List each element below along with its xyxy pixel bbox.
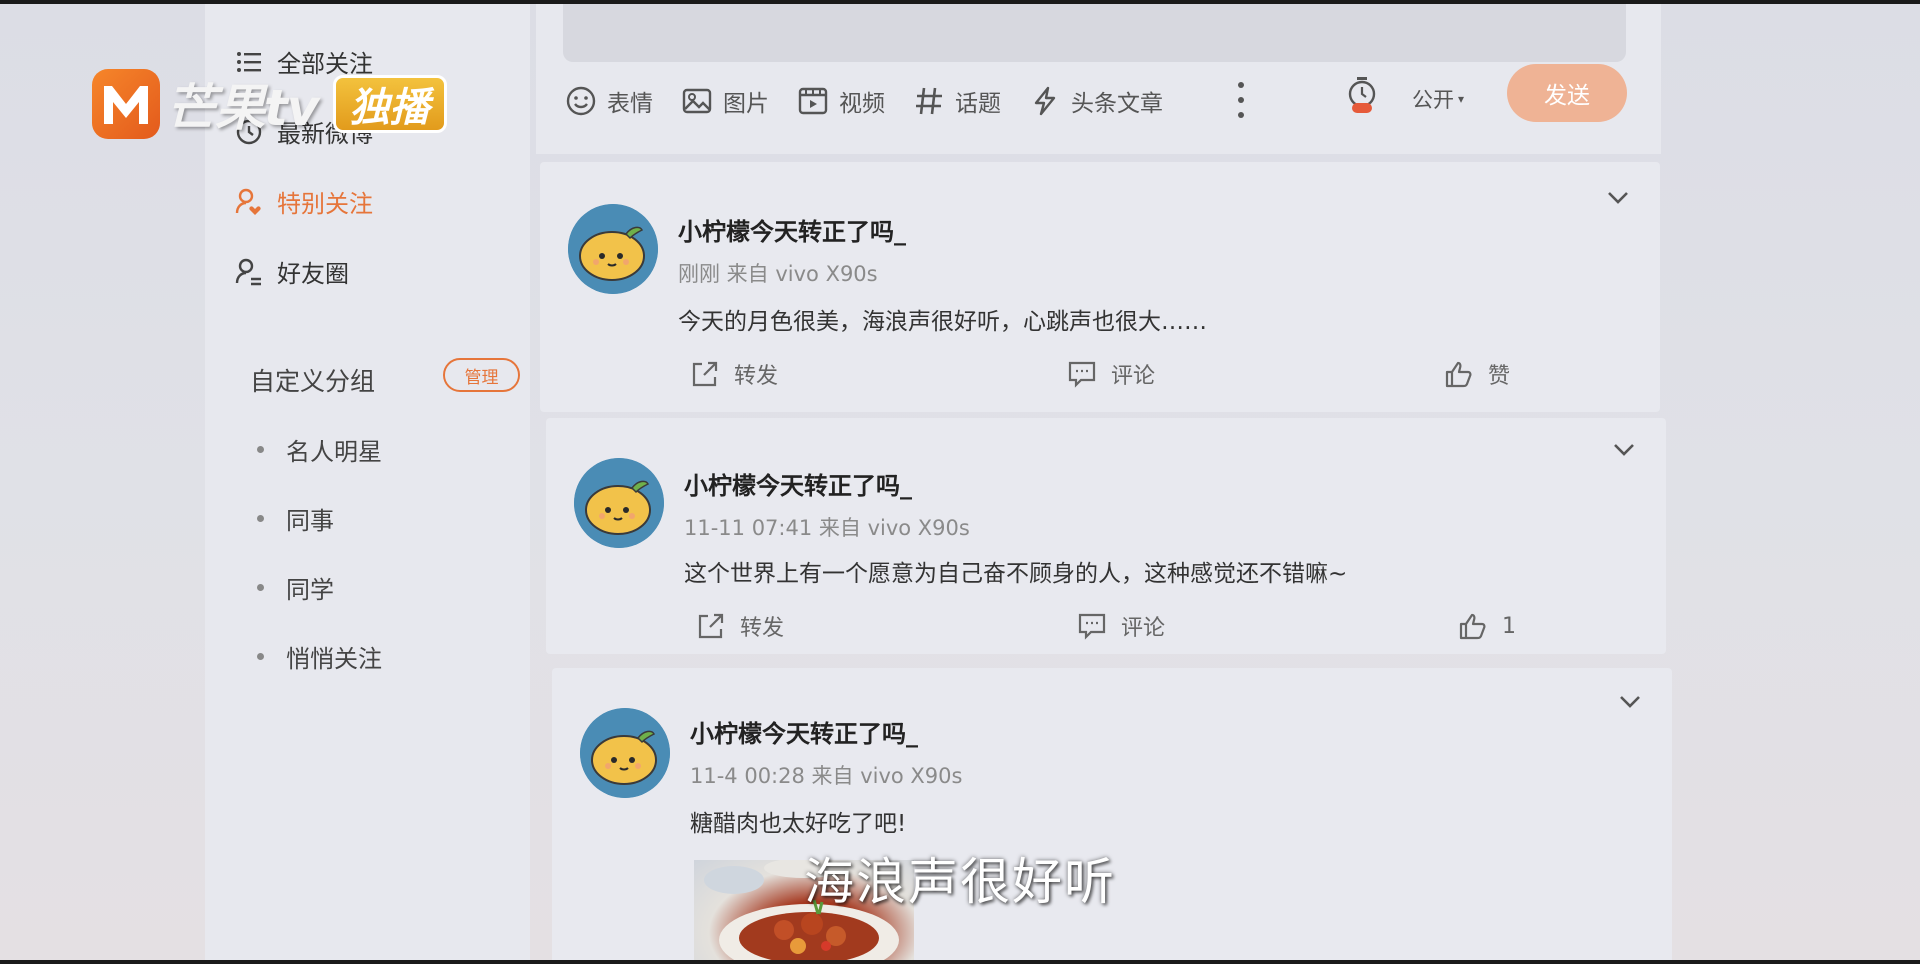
chevron-down-icon[interactable] [1618,694,1642,710]
topic-button[interactable]: 话题 [913,84,1001,118]
caret-down-icon: ▾ [1458,92,1465,106]
compose-textarea[interactable] [563,4,1626,62]
action-label: 转发 [740,616,785,641]
avatar[interactable] [580,708,670,798]
bullet-icon [257,584,264,591]
post-author[interactable]: 小柠檬今天转正了吗_ [690,714,918,749]
thumbs-up-icon [1458,611,1488,641]
lightning-icon [1029,85,1061,117]
like-button[interactable]: 赞 [1444,358,1510,390]
post-meta: 11-4 00:28 来自 vivo X90s [690,764,963,788]
like-count: 1 [1502,613,1516,639]
more-options-icon[interactable] [1236,82,1246,118]
image-icon [681,85,713,117]
article-button[interactable]: 头条文章 [1029,84,1163,118]
visibility-select[interactable]: 公开 ▾ [1412,84,1464,114]
sidebar-item-label: 好友圈 [277,260,349,288]
avatar[interactable] [568,204,658,294]
sidebar-group-item[interactable]: 同事 [257,501,334,536]
sidebar-group-item[interactable]: 悄悄关注 [257,639,382,674]
post-meta: 11-11 07:41 来自 vivo X90s [684,516,970,540]
comment-icon [1077,611,1107,641]
tool-label: 表情 [607,91,653,117]
tool-label: 视频 [839,91,885,117]
sidebar-group-item[interactable]: 同学 [257,570,334,605]
sidebar-group-item[interactable]: 名人明星 [257,432,382,467]
post-meta: 刚刚 来自 vivo X90s [678,262,878,286]
comment-button[interactable]: 评论 [1077,610,1165,642]
smile-icon [565,85,597,117]
tool-label: 话题 [955,91,1001,117]
sidebar: 全部关注 最新微博 特别关注 好友圈 自定义分组 管理 名人明星 同事 同学 悄… [205,4,530,960]
group-label: 同事 [286,507,334,535]
tool-label: 图片 [723,91,769,117]
logo-text: 芒果tv [166,79,319,137]
post-text: 这个世界上有一个愿意为自己奋不顾身的人，这种感觉还不错嘛~ [684,561,1348,587]
send-button[interactable]: 发送 [1507,64,1627,122]
feed-post: 小柠檬今天转正了吗_ 11-11 07:41 来自 vivo X90s 这个世界… [546,418,1666,654]
action-label: 转发 [734,364,779,389]
repost-button[interactable]: 转发 [690,358,778,390]
like-button[interactable]: 1 [1458,610,1516,642]
group-label: 名人明星 [286,438,382,466]
video-button[interactable]: 视频 [797,84,885,118]
share-icon [690,359,720,389]
manage-button[interactable]: 管理 [443,358,520,392]
bullet-icon [257,446,264,453]
avatar[interactable] [574,458,664,548]
thumbs-up-icon [1444,359,1474,389]
group-label: 悄悄关注 [286,645,382,673]
visibility-label: 公开 [1412,88,1454,112]
group-label: 同学 [286,576,334,604]
chevron-down-icon[interactable] [1612,442,1636,458]
mango-tv-logo-icon [92,69,160,139]
video-icon [797,85,829,117]
user-group-icon [235,258,263,286]
repost-button[interactable]: 转发 [696,610,784,642]
custom-group-title: 自定义分组 [250,367,376,396]
video-subtitle: 海浪声很好听 [804,853,1116,911]
post-actions: 转发 评论 1 [696,610,1516,642]
bullet-icon [257,515,264,522]
broadcaster-logo: 芒果tv 独播 [92,68,447,140]
exclusive-badge: 独播 [332,75,447,133]
user-heart-icon [235,188,263,216]
sidebar-item-friends-circle[interactable]: 好友圈 [235,254,349,289]
feed-post: 小柠檬今天转正了吗_ 刚刚 来自 vivo X90s 今天的月色很美，海浪声很好… [540,162,1660,412]
chevron-down-icon[interactable] [1606,190,1630,206]
comment-button[interactable]: 评论 [1067,358,1155,390]
post-text: 糖醋肉也太好吃了吧! [690,811,907,837]
screen: 全部关注 最新微博 特别关注 好友圈 自定义分组 管理 名人明星 同事 同学 悄… [0,4,1920,960]
emoji-button[interactable]: 表情 [565,84,653,118]
bullet-icon [257,653,264,660]
tool-label: 头条文章 [1071,91,1163,117]
post-author[interactable]: 小柠檬今天转正了吗_ [684,466,912,501]
action-label: 评论 [1110,364,1155,389]
post-actions: 转发 评论 赞 [690,358,1510,390]
sidebar-item-label: 特别关注 [277,190,373,218]
post-text: 今天的月色很美，海浪声很好听，心跳声也很大…… [678,309,1207,335]
sidebar-item-special-follow[interactable]: 特别关注 [235,184,373,219]
action-label: 赞 [1487,364,1510,389]
comment-icon [1067,359,1097,389]
image-button[interactable]: 图片 [681,84,769,118]
action-label: 评论 [1121,616,1166,641]
post-author[interactable]: 小柠檬今天转正了吗_ [678,212,906,247]
hashtag-icon [913,85,945,117]
timer-icon[interactable] [1346,76,1378,116]
composer-toolbar: 表情 图片 视频 话题 头条文章 [565,84,1191,118]
share-icon [696,611,726,641]
